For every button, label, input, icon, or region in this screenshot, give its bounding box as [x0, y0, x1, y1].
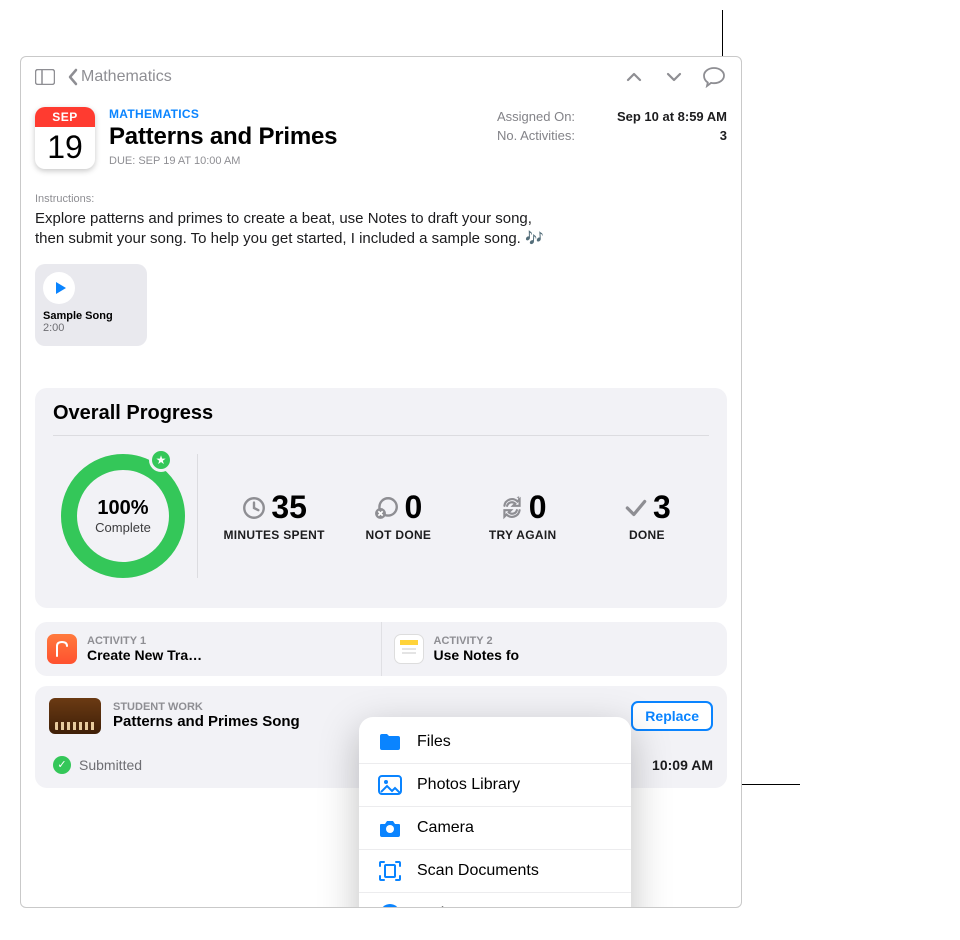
popup-item-label: Camera: [417, 819, 474, 837]
progress-complete-label: Complete: [95, 520, 151, 535]
attachment-duration: 2:00: [43, 322, 139, 334]
activity-2-title: Use Notes fo: [434, 647, 520, 663]
minutes-label: MINUTES SPENT: [212, 528, 336, 542]
check-icon: ✓: [53, 756, 71, 774]
calendar-month: SEP: [35, 107, 95, 127]
previous-button[interactable]: [617, 60, 651, 94]
student-work-label: STUDENT WORK: [113, 701, 300, 713]
submitted-label: Submitted: [79, 757, 142, 773]
sidebar-toggle-button[interactable]: [31, 63, 59, 91]
progress-ring: 100% Complete ★: [53, 446, 193, 586]
camera-icon: [377, 817, 403, 839]
popup-item-label: Files: [417, 733, 451, 751]
activity-1[interactable]: ACTIVITY 1 Create New Tra…: [35, 622, 382, 676]
scan-icon: [377, 860, 403, 882]
next-button[interactable]: [657, 60, 691, 94]
assigned-on-label: Assigned On:: [497, 109, 575, 124]
svg-text:1: 1: [516, 495, 520, 504]
instructions-label: Instructions:: [21, 175, 741, 209]
back-label: Mathematics: [81, 68, 172, 86]
progress-percent: 100%: [97, 497, 148, 520]
popup-item-webpage[interactable]: Webpage: [359, 892, 631, 908]
star-badge-icon: ★: [149, 448, 173, 472]
chevron-down-icon: [665, 71, 683, 83]
sidebar-icon: [35, 69, 55, 85]
stat-not-done: 0 NOT DONE: [336, 489, 460, 542]
instructions-text: Explore patterns and primes to create a …: [21, 209, 741, 250]
assignment-meta: Assigned On: Sep 10 at 8:59 AM No. Activ…: [497, 107, 727, 169]
garageband-icon: [47, 634, 77, 664]
assignment-title: Patterns and Primes: [109, 123, 483, 151]
overall-progress-heading: Overall Progress: [53, 402, 709, 436]
activity-1-title: Create New Tra…: [87, 647, 202, 663]
chevron-up-icon: [625, 71, 643, 83]
safari-icon: [377, 903, 403, 908]
assigned-on-value: Sep 10 at 8:59 AM: [617, 109, 727, 124]
work-thumbnail: [49, 698, 101, 734]
back-button[interactable]: Mathematics: [67, 68, 172, 86]
clock-icon: [241, 495, 267, 521]
stat-done: 3 DONE: [585, 489, 709, 542]
submitted-time: 10:09 AM: [652, 757, 713, 773]
popup-item-photos[interactable]: Photos Library: [359, 763, 631, 806]
messages-button[interactable]: [697, 60, 731, 94]
try-again-value: 0: [529, 489, 547, 526]
not-done-label: NOT DONE: [336, 528, 460, 542]
try-again-label: TRY AGAIN: [461, 528, 585, 542]
overall-progress-card: Overall Progress 100% Complete ★: [35, 388, 727, 608]
photo-icon: [377, 774, 403, 796]
play-icon: [53, 281, 67, 295]
add-source-popup: Files Photos Library Camera Scan Documen…: [359, 717, 631, 908]
activity-2[interactable]: ACTIVITY 2 Use Notes fo: [382, 622, 728, 676]
done-value: 3: [653, 489, 671, 526]
app-window: Mathematics SEP 19 MATHEMATICS Patterns …: [20, 56, 742, 908]
popup-item-label: Scan Documents: [417, 862, 539, 880]
done-label: DONE: [585, 528, 709, 542]
activities-count-label: No. Activities:: [497, 128, 575, 143]
notes-icon: [394, 634, 424, 664]
popup-item-camera[interactable]: Camera: [359, 806, 631, 849]
stat-minutes: 35 MINUTES SPENT: [212, 489, 336, 542]
checkmark-icon: [623, 495, 649, 521]
subject-label: MATHEMATICS: [109, 107, 483, 121]
popup-item-label: Photos Library: [417, 776, 520, 794]
play-button[interactable]: [43, 272, 75, 304]
student-work-title: Patterns and Primes Song: [113, 713, 300, 730]
due-label: DUE: SEP 19 AT 10:00 AM: [109, 155, 483, 167]
speech-bubble-icon: [702, 66, 726, 88]
chevron-left-icon: [67, 68, 79, 86]
not-done-value: 0: [404, 489, 422, 526]
popup-item-scan[interactable]: Scan Documents: [359, 849, 631, 892]
calendar-day: 19: [35, 127, 95, 167]
stat-try-again: 1 0 TRY AGAIN: [461, 489, 585, 542]
activity-2-label: ACTIVITY 2: [434, 635, 520, 647]
folder-icon: [377, 731, 403, 753]
replace-button[interactable]: Replace: [631, 701, 713, 731]
calendar-tile: SEP 19: [35, 107, 95, 169]
attachment-card[interactable]: Sample Song 2:00: [35, 264, 147, 346]
try-again-icon: 1: [499, 495, 525, 521]
assignment-header: SEP 19 MATHEMATICS Patterns and Primes D…: [21, 97, 741, 175]
minutes-value: 35: [271, 489, 307, 526]
popup-item-label: Webpage: [417, 905, 485, 908]
toolbar: Mathematics: [21, 57, 741, 97]
popup-item-files[interactable]: Files: [359, 721, 631, 763]
attachment-title: Sample Song: [43, 310, 139, 322]
activities-count-value: 3: [720, 128, 727, 143]
not-done-icon: [374, 495, 400, 521]
activities-row: ACTIVITY 1 Create New Tra… ACTIVITY 2 Us…: [35, 622, 727, 676]
activity-1-label: ACTIVITY 1: [87, 635, 202, 647]
